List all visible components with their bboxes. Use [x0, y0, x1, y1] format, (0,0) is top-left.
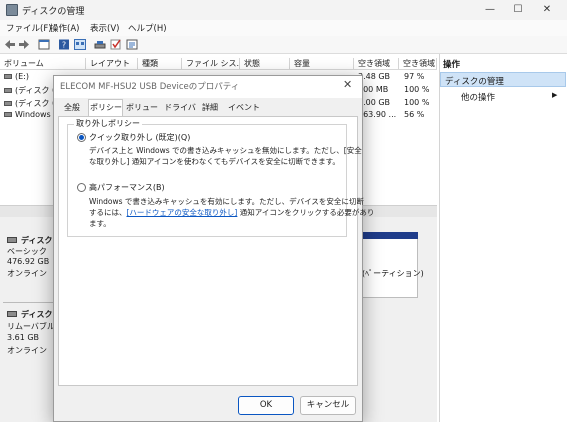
group-label: 取り外しポリシー: [74, 118, 142, 129]
tab-policy[interactable]: ポリシー: [89, 101, 123, 115]
tab-events[interactable]: イベント: [227, 101, 261, 115]
free-percent-cell: 100 %: [404, 85, 430, 94]
console-tree-icon[interactable]: [38, 39, 50, 50]
removable-disk-icon: [7, 311, 17, 317]
dialog-close-button[interactable]: ✕: [343, 78, 352, 91]
dialog-title: ELECOM MF-HSU2 USB Deviceのプロパティ: [60, 82, 240, 92]
better-performance-label[interactable]: 高パフォーマンス(B): [89, 182, 165, 193]
performance-desc-2: するには、[ハードウェアの安全な取り外し] 通知アイコンをクリックする必要があり: [89, 208, 375, 217]
quick-removal-desc-2: な取り外し] 通知アイコンを使わなくてもデバイスを安全に切断できます。: [89, 157, 340, 166]
menu-help[interactable]: ヘルプ(H): [128, 22, 167, 34]
actions-section-label: ディスクの管理: [445, 77, 504, 87]
drive-icon: [4, 101, 12, 106]
disk-separator: [3, 302, 55, 303]
disk-icon: [7, 237, 17, 243]
column-free-percent[interactable]: 空き領域: [399, 58, 437, 69]
view-icon[interactable]: [74, 39, 86, 50]
column-free-space[interactable]: 空き領域: [354, 58, 399, 69]
drive-icon: [4, 112, 12, 117]
properties-icon[interactable]: [126, 39, 138, 50]
disk-0-type: ベーシック: [7, 247, 47, 256]
column-filesystem[interactable]: ファイル シス...: [182, 58, 240, 69]
drive-icon: [4, 74, 12, 79]
disk-1-size: 3.61 GB: [7, 333, 40, 342]
menu-bar: [0, 20, 567, 36]
performance-desc-3: ます。: [89, 219, 111, 228]
free-percent-cell: 56 %: [404, 110, 425, 119]
svg-text:?: ?: [62, 41, 66, 50]
help-icon[interactable]: ?: [58, 39, 70, 50]
other-actions-item[interactable]: 他の操作: [461, 91, 495, 103]
disk-1-status: オンライン: [7, 346, 47, 355]
menu-view[interactable]: 表示(V): [90, 22, 119, 34]
quick-removal-label[interactable]: クイック取り外し (既定)(Q): [89, 132, 190, 143]
cancel-button[interactable]: キャンセル: [300, 396, 356, 415]
menu-action[interactable]: 操作(A): [50, 22, 79, 34]
performance-desc-1: Windows で書き込みキャッシュを有効にします。ただし、デバイスを安全に切断: [89, 197, 364, 206]
table-row[interactable]: (ディスク 0: [4, 85, 57, 96]
minimize-button[interactable]: —: [476, 0, 504, 20]
partition-block[interactable]: [362, 232, 418, 298]
free-space-cell: 263.90 ...: [358, 110, 397, 119]
disk-0-status: オンライン: [7, 269, 47, 278]
radio-selected-dot: [79, 135, 84, 140]
free-percent-cell: 100 %: [404, 98, 430, 107]
quick-removal-radio[interactable]: [77, 133, 86, 142]
tab-volume[interactable]: ボリューム: [124, 101, 160, 125]
column-layout[interactable]: レイアウト: [86, 58, 138, 69]
window-title: ディスクの管理: [22, 7, 85, 17]
column-status[interactable]: 状態: [240, 58, 290, 69]
disk-1-title[interactable]: ディスク: [21, 309, 52, 320]
disk-1-type: リムーバブル: [7, 322, 55, 331]
disk-management-app-icon: [6, 4, 18, 16]
ok-button[interactable]: OK: [238, 396, 294, 415]
disk-0-title[interactable]: ディスク: [21, 235, 52, 246]
column-capacity[interactable]: 容量: [290, 58, 354, 69]
tab-details[interactable]: 詳細: [199, 101, 221, 115]
quick-removal-desc-1: デバイス上と Windows での書き込みキャッシュを無効にします。ただし、[安…: [89, 146, 362, 155]
drive-icon: [4, 88, 12, 93]
table-row[interactable]: (E:): [4, 72, 29, 81]
forward-arrow-icon[interactable]: [18, 39, 30, 50]
actions-header: 操作: [443, 60, 461, 70]
chevron-right-icon: ▶: [552, 91, 558, 99]
menu-file[interactable]: ファイル(F): [6, 22, 52, 34]
table-row[interactable]: (ディスク 0: [4, 98, 57, 109]
partition-stripe: [362, 232, 418, 239]
partition-label: (ﾍﾟーティション): [362, 269, 424, 278]
actions-pane: [439, 54, 567, 422]
free-percent-cell: 97 %: [404, 72, 425, 81]
safely-remove-hardware-link[interactable]: [ハードウェアの安全な取り外し]: [127, 208, 238, 217]
back-arrow-icon[interactable]: [4, 39, 16, 50]
tab-driver[interactable]: ドライバー: [161, 101, 199, 125]
connect-disk-icon[interactable]: [94, 39, 106, 50]
column-type[interactable]: 種類: [138, 58, 182, 69]
check-icon[interactable]: [110, 39, 122, 50]
better-performance-radio[interactable]: [77, 183, 86, 192]
maximize-button[interactable]: ☐: [504, 0, 532, 20]
disk-0-size: 476.92 GB: [7, 257, 50, 266]
close-button[interactable]: ✕: [533, 0, 561, 20]
table-row[interactable]: Windows: [4, 110, 51, 119]
tab-general[interactable]: 全般: [60, 101, 84, 115]
column-volume[interactable]: ボリューム: [0, 58, 86, 69]
